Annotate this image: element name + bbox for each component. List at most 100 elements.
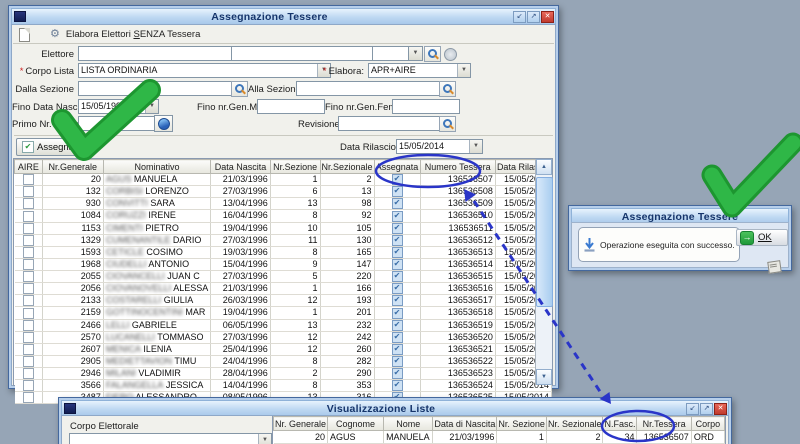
table-row[interactable]: 1084CORUZZI IRENE16/04/1996892✔136536510… [15,210,552,222]
checkbox[interactable] [23,174,34,185]
close-icon[interactable]: ✕ [714,403,727,415]
fino-data-nascita-dropdown-icon[interactable]: ▼ [145,100,158,113]
checkbox[interactable] [23,320,34,331]
checkbox[interactable] [23,198,34,209]
primo-nr-tessera-input[interactable] [78,116,156,131]
elettore-name-input[interactable] [231,46,375,61]
checkbox[interactable]: ✔ [392,332,403,343]
checkbox[interactable] [23,356,34,367]
table-row[interactable]: 2905MEDIETTAVION TIMU24/04/19968282✔1365… [15,355,552,367]
table-row[interactable]: 930CONVITTI SARA13/04/19961398✔136536509… [15,198,552,210]
table-row[interactable]: 1593CETICLE COSIMO19/03/19968165✔1365365… [15,246,552,258]
minimize-icon[interactable]: ↙ [686,403,699,415]
elabora-dropdown-icon[interactable]: ▼ [457,64,470,77]
checkbox[interactable]: ✔ [392,211,403,222]
table-row[interactable]: 1329CUMENANTILE DARIO27/03/199611130✔136… [15,234,552,246]
scroll-down-icon[interactable]: ▼ [536,369,552,385]
corpo-elettorale-dropdown-icon[interactable]: ▼ [258,434,271,444]
table-row[interactable]: 2055CIOVANCELLI JUAN C27/03/19965220✔136… [15,271,552,283]
checkbox[interactable]: ✔ [392,271,403,282]
checkbox[interactable] [23,344,34,355]
revisione-search-icon[interactable] [439,116,456,132]
assignment-table-scrollbar[interactable]: ▲ ▼ [535,159,552,385]
column-header[interactable]: Corpo [691,417,724,431]
column-header[interactable]: Nr. Sezione [497,417,547,431]
scrollbar-thumb[interactable] [536,177,553,307]
checkbox[interactable] [23,392,34,403]
table-row[interactable]: 2607MENICA ILENIA25/04/199612260✔1365365… [15,343,552,355]
note-icon[interactable] [767,260,782,274]
tessera-icon-button[interactable] [154,115,173,132]
column-header[interactable]: Nominativo [103,160,210,174]
column-header[interactable]: Nr.Sezione [270,160,320,174]
column-header[interactable]: Nome [384,417,433,431]
checkbox[interactable] [23,259,34,270]
revisione-input[interactable] [338,116,442,131]
ok-button[interactable]: → OK [736,229,788,246]
table-row[interactable]: 2946MILANI VLADIMIR28/04/19962290✔136536… [15,368,552,380]
checkbox[interactable]: ✔ [392,174,403,185]
checkbox[interactable] [23,380,34,391]
table-row[interactable]: 1153CIMENTI PIETRO19/04/199610105✔136536… [15,222,552,234]
alla-sezione-search-icon[interactable] [439,81,456,97]
checkbox[interactable]: ✔ [392,368,403,379]
fino-data-nascita-combo[interactable]: 15/05/1996▼ [78,99,159,114]
checkbox[interactable] [23,332,34,343]
fino-gen-mas-input[interactable] [257,99,325,114]
checkbox[interactable] [23,271,34,282]
alla-sezione-input[interactable] [296,81,442,96]
checkbox[interactable]: ✔ [392,283,403,294]
column-header[interactable]: AIRE [15,160,43,174]
column-header[interactable]: Nr.Sezionale [320,160,374,174]
checkbox[interactable]: ✔ [392,380,403,391]
checkbox[interactable] [23,368,34,379]
fino-gen-femm-input[interactable] [392,99,460,114]
elettore-clear-icon[interactable] [444,48,457,61]
checkbox[interactable] [23,223,34,234]
table-row[interactable]: 2056CIOVANOVELLI ALESSA21/03/19961166✔13… [15,283,552,295]
checkbox[interactable]: ✔ [392,223,403,234]
elabora-senza-tessera-button[interactable]: Elabora Elettori SENZA Tessera [66,29,200,40]
elabora-combo[interactable]: APR+AIRE▼ [368,63,471,78]
elettore-dropdown-icon[interactable]: ▼ [408,46,423,61]
column-header[interactable]: Numero Tessera [420,160,495,174]
maximize-icon[interactable]: ↗ [527,11,540,23]
checkbox[interactable] [23,295,34,306]
column-header[interactable]: Data Nascita [211,160,271,174]
table-row[interactable]: 2133COSTARELLI GIULIA26/03/199612193✔136… [15,295,552,307]
table-row[interactable]: 20AGUSMANUELA21/03/19961234136536507ORD [274,431,725,444]
assegna-button[interactable]: ✔ Assegna [16,138,80,156]
column-header[interactable]: Nr. Sezionale [546,417,603,431]
checkbox[interactable]: ✔ [392,247,403,258]
close-icon[interactable]: ✕ [541,11,554,23]
table-row[interactable]: 2570LUCANELLI TOMMASO27/03/199612242✔136… [15,331,552,343]
column-header[interactable]: Data di Nascita [433,417,497,431]
checkbox[interactable] [23,308,34,319]
table-row[interactable]: 132CORBISI LORENZO27/03/1996613✔13653650… [15,186,552,198]
column-header[interactable]: Cognome [328,417,384,431]
column-header[interactable]: Assegnata [374,160,420,174]
minimize-icon[interactable]: ↙ [513,11,526,23]
data-rilascio-dropdown-icon[interactable]: ▼ [469,140,482,153]
table-row[interactable]: 1968CIUDELLI ANTONIO15/04/19969147✔13653… [15,258,552,270]
column-header[interactable]: Nr.Generale [42,160,103,174]
column-header[interactable]: Nr.Tessera [637,417,691,431]
elettore-search-icon[interactable] [424,46,441,62]
checkbox[interactable]: ✔ [392,344,403,355]
corpo-elettorale-combo[interactable]: ▼ [69,433,272,444]
elettore-code-input[interactable] [372,46,411,61]
new-document-icon[interactable] [19,28,30,42]
corpo-lista-combo[interactable]: LISTA ORDINARIA▼ [78,63,331,78]
maximize-icon[interactable]: ↗ [700,403,713,415]
dalla-sezione-search-icon[interactable] [231,81,248,97]
checkbox[interactable]: ✔ [392,186,403,197]
checkbox[interactable]: ✔ [392,235,403,246]
table-row[interactable]: 2159GOTTINOCENTINI MAR19/04/19961201✔136… [15,307,552,319]
checkbox[interactable]: ✔ [392,308,403,319]
elettore-surname-input[interactable] [78,46,234,61]
table-row[interactable]: 3566FALANGELLA JESSICA14/04/19968353✔136… [15,380,552,392]
checkbox[interactable]: ✔ [392,320,403,331]
checkbox[interactable] [23,186,34,197]
checkbox[interactable]: ✔ [392,259,403,270]
checkbox[interactable]: ✔ [392,295,403,306]
